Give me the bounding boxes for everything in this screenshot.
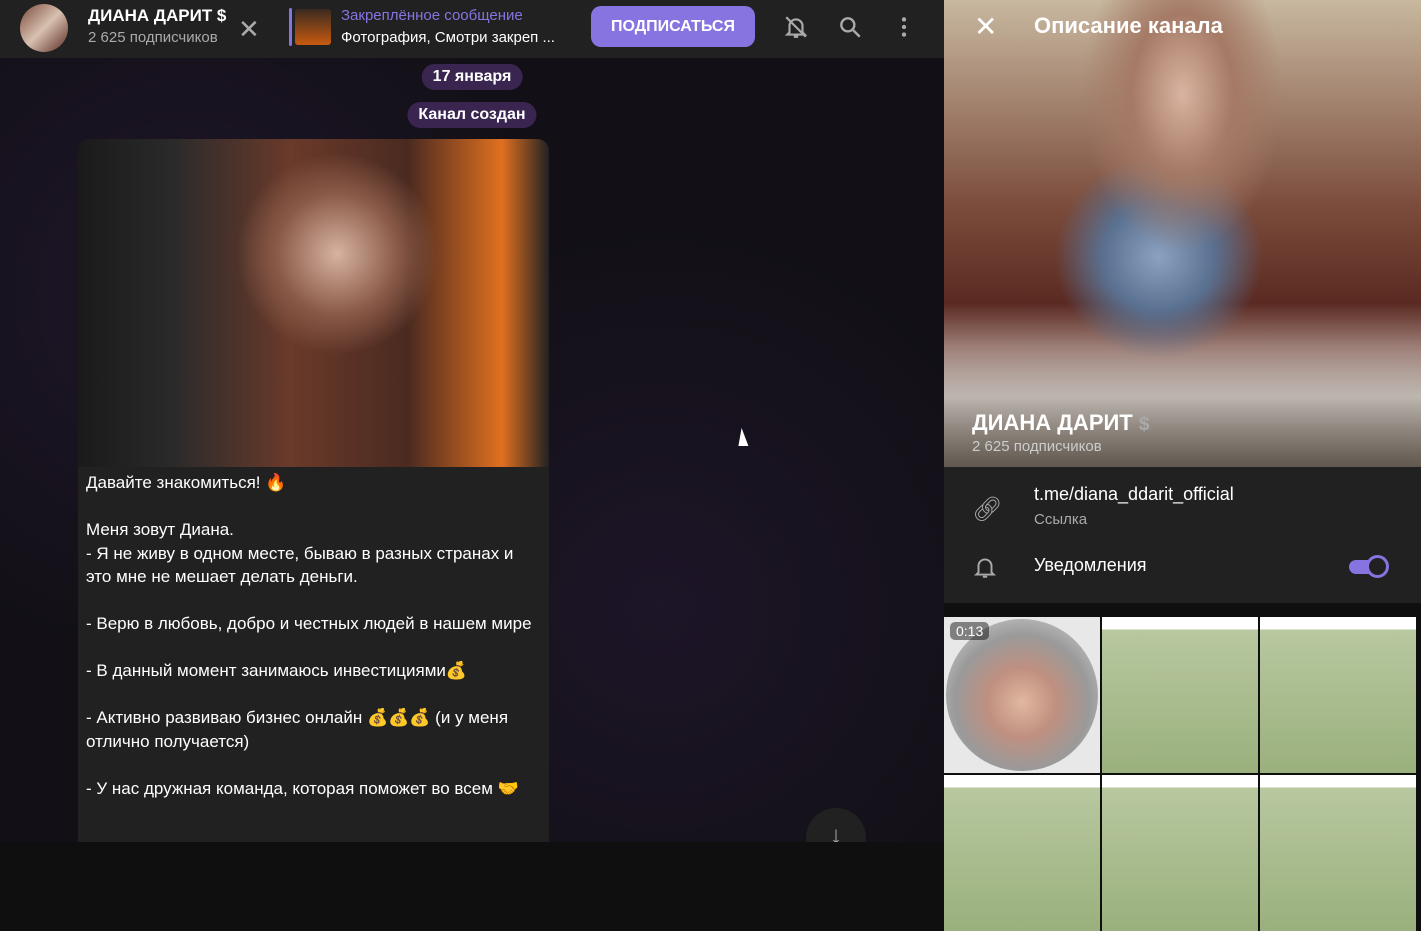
subscribe-button[interactable]: ПОДПИСАТЬСЯ [591,6,755,47]
more-icon[interactable] [891,14,917,40]
avatar[interactable] [20,4,68,52]
message-bubble: Давайте знакомиться! 🔥 Меня зовут Диана.… [78,139,549,842]
channel-name-suffix: $ [1138,414,1150,435]
bell-icon [973,558,997,578]
channel-title[interactable]: ДИАНА ДАРИТ $ [88,6,228,26]
pinned-indicator [289,8,292,46]
media-grid: 0:13 [944,617,1421,931]
video-duration: 0:13 [950,622,990,640]
media-photo[interactable] [944,775,1100,931]
notifications-label: Уведомления [1034,555,1147,575]
mute-bell-icon[interactable] [783,14,809,40]
link-icon: 🔗︎ [972,496,1003,523]
pinned-text[interactable]: Фотография, Смотри закреп ... [341,29,555,46]
link-label: Ссылка [1034,511,1088,528]
message-text: Давайте знакомиться! 🔥 Меня зовут Диана.… [86,473,532,798]
channel-info: 🔗︎ t.me/diana_ddarit_official Ссылка Уве… [944,467,1421,603]
media-video[interactable]: 0:13 [944,617,1100,773]
panel-title: Описание канала [1034,13,1223,38]
subscriber-count: 2 625 подписчиков [88,29,218,46]
notifications-toggle[interactable] [1349,555,1389,579]
channel-name: ДИАНА ДАРИТ $ [972,410,1149,436]
message-photo[interactable] [78,139,549,467]
chat-area: 17 января Канал создан Давайте знакомить… [0,0,944,842]
media-photo[interactable] [1102,617,1258,773]
pinned-thumbnail[interactable] [295,9,331,45]
pinned-title[interactable]: Закреплённое сообщение [341,7,523,24]
media-photo[interactable] [1102,775,1258,931]
channel-cover-photo[interactable] [944,0,1421,467]
date-pill: 17 января [421,64,523,90]
channel-subscribers: 2 625 подписчиков [972,438,1102,455]
service-message: Канал создан [407,102,537,128]
chat-header: ДИАНА ДАРИТ $ 2 625 подписчиков ✕ Закреп… [0,0,944,58]
media-photo[interactable] [1260,775,1416,931]
close-panel-icon[interactable]: ✕ [974,10,997,43]
arrow-down-icon: ↓ [830,822,842,842]
search-icon[interactable] [837,14,863,40]
media-photo[interactable] [1260,617,1416,773]
close-pinned-icon[interactable]: ✕ [238,14,260,45]
channel-info-panel: ✕ Описание канала ДИАНА ДАРИТ $ 2 625 по… [944,0,1421,931]
channel-name-text: ДИАНА ДАРИТ [972,410,1133,435]
channel-link[interactable]: t.me/diana_ddarit_official [1034,484,1234,505]
